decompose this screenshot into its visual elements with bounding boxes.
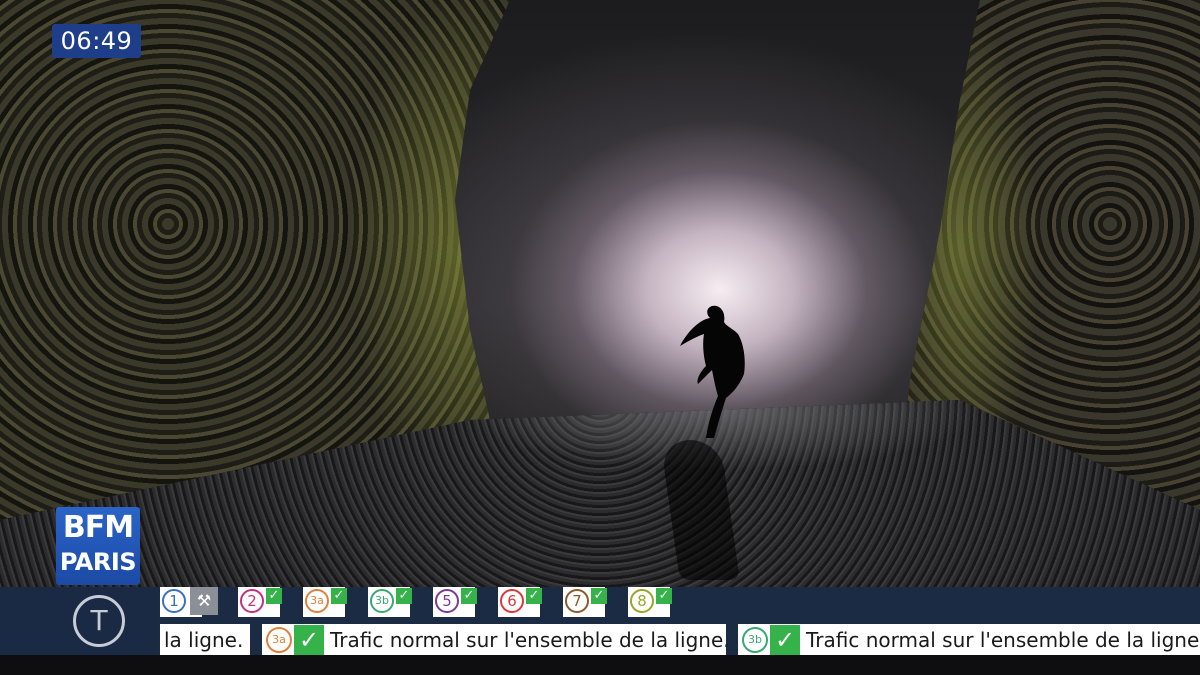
line-number: 7: [565, 589, 589, 613]
line-chip-2: 2 ✓: [238, 587, 282, 617]
message-text: Trafic normal sur l'ensemble de la ligne…: [806, 628, 1200, 652]
line-chip-3a: 3a ✓: [303, 587, 347, 617]
traffic-messages: la ligne. 3a ✓ Trafic normal sur l'ensem…: [160, 624, 1200, 656]
message-text: la ligne.: [164, 628, 244, 652]
line-chip-6: 6 ✓: [498, 587, 542, 617]
dancer-silhouette: [680, 305, 745, 438]
line-number: 2: [240, 589, 264, 613]
bfm-paris-logo: BFM PARIS: [56, 507, 140, 585]
line-chip-7: 7 ✓: [563, 587, 607, 617]
check-icon: ✓: [294, 625, 324, 655]
message-text: Trafic normal sur l'ensemble de la ligne…: [330, 628, 730, 652]
check-icon: ✓: [591, 588, 607, 604]
traffic-message: 3a ✓ Trafic normal sur l'ensemble de la …: [262, 624, 730, 656]
traffic-message: 3b ✓ Trafic normal sur l'ensemble de la …: [738, 624, 1200, 656]
line-badge: 3a: [266, 627, 292, 653]
logo-line2: PARIS: [59, 548, 137, 576]
line-chip-1: 1 ⚒: [160, 587, 218, 617]
check-icon: ✓: [461, 588, 477, 604]
line-badge: 3b: [742, 627, 768, 653]
check-icon: ✓: [331, 588, 347, 604]
tram-icon: T: [73, 595, 125, 647]
check-icon: ✓: [396, 588, 412, 604]
logo-line1: BFM: [62, 510, 134, 545]
line-chip-8: 8 ✓: [628, 587, 672, 617]
check-icon: ✓: [266, 588, 282, 604]
line-number: 3b: [370, 589, 394, 613]
line-chip-5: 5 ✓: [433, 587, 477, 617]
tunnel-photo: [0, 0, 1200, 675]
line-number: 6: [500, 589, 524, 613]
line-number: 5: [435, 589, 459, 613]
check-icon: ✓: [526, 588, 542, 604]
line-number: 3a: [305, 589, 329, 613]
line-number: 8: [630, 589, 654, 613]
tram-lines-row: 1 ⚒ 2 ✓ 3a ✓ 3b ✓ 5 ✓ 6 ✓ 7 ✓ 8 ✓: [160, 587, 1200, 619]
check-icon: ✓: [656, 588, 672, 604]
line-chip-3b: 3b ✓: [368, 587, 412, 617]
line-number: 1: [162, 589, 186, 613]
traffic-message: la ligne.: [160, 624, 250, 656]
clock: 06:49: [52, 24, 141, 58]
bottom-strip: [0, 655, 1200, 675]
check-icon: ✓: [770, 625, 800, 655]
works-icon: ⚒: [190, 587, 218, 615]
